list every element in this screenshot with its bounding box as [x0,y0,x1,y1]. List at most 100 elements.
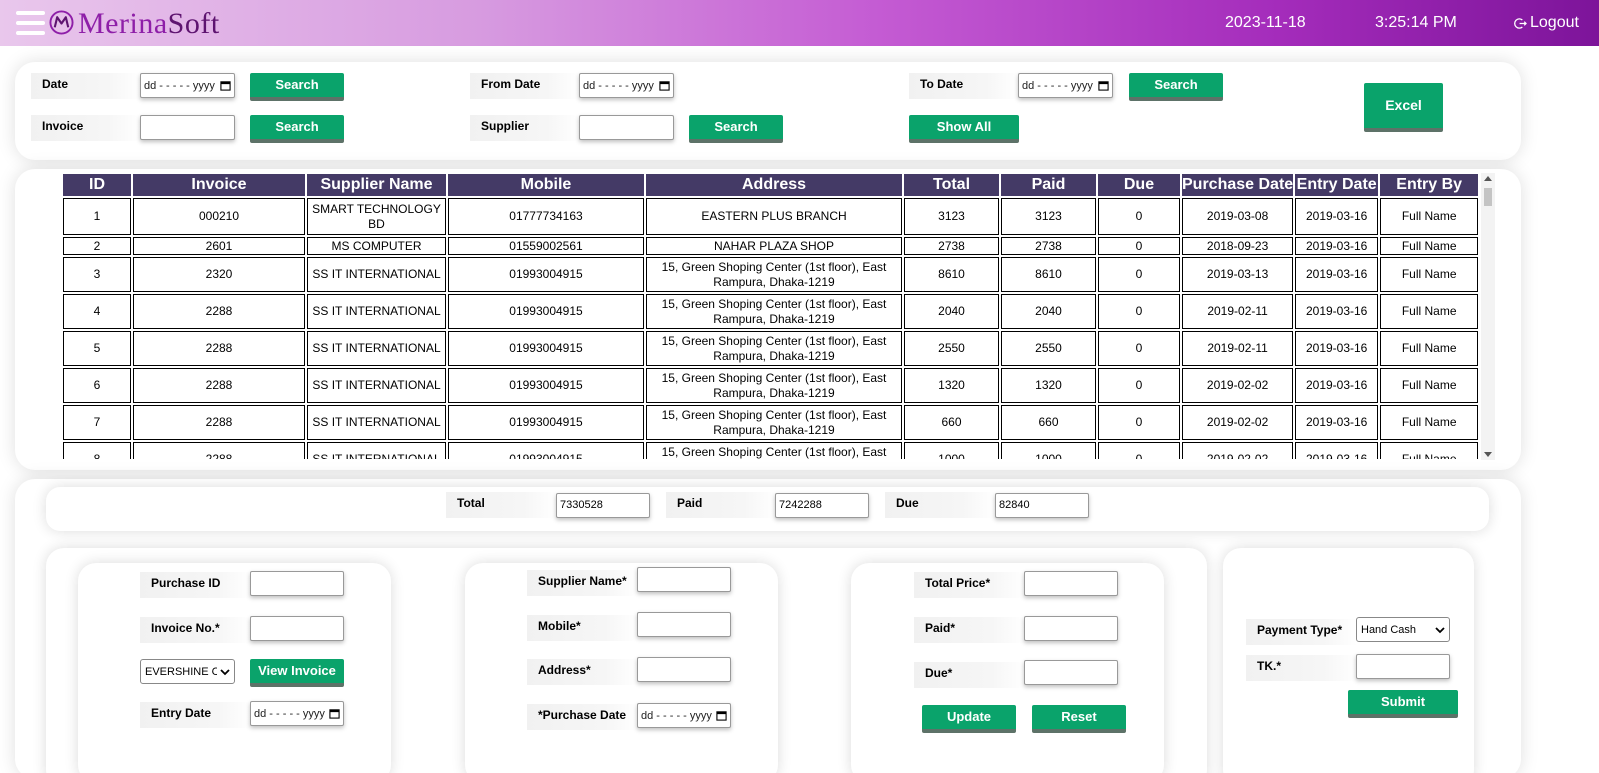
mobile-input[interactable] [637,612,731,637]
excel-button[interactable]: Excel [1364,83,1443,132]
supplier-search-button[interactable]: Search [689,115,783,143]
view-invoice-button[interactable]: View Invoice [250,659,344,687]
supplier-invoice-select[interactable]: EVERSHINE COMPUTER [140,659,235,684]
table-cell: 15, Green Shoping Center (1st floor), Ea… [646,294,902,329]
supplier-search-input[interactable] [579,115,674,140]
tk-input[interactable] [1356,654,1450,679]
table-cell: 01993004915 [448,294,644,329]
filter-panel [15,62,1521,160]
table-scrollbar[interactable] [1481,173,1495,460]
table-row[interactable]: 1 000210 SMART TECHNOLOGY BD 01777734163 EAS… [63,198,1479,235]
payment-type-select[interactable]: Hand Cash [1356,617,1450,642]
table-cell: 15, Green Shoping Center (1st floor), Ea… [646,368,902,403]
to-date-placeholder: dd - - - - - yyyy [1022,79,1093,92]
logout-icon [1514,17,1527,29]
table-cell: 1000 [1001,442,1096,459]
logo-icon [49,10,74,35]
table-cell: SS IT INTERNATIONAL [307,405,446,440]
table-row[interactable]: 7 2288 SS IT INTERNATIONAL 01993004915 15, G… [63,405,1479,440]
date-search-button[interactable]: Search [250,73,344,101]
from-date-label: From Date [470,73,580,99]
payment-type-label: Payment Type* [1246,619,1357,645]
address-input[interactable] [637,657,731,682]
table-cell: 0 [1098,442,1180,459]
from-date-input[interactable]: dd - - - - - yyyy [579,73,674,98]
logout-label: Logout [1530,14,1579,31]
table-row[interactable]: 6 2288 SS IT INTERNATIONAL 01993004915 15, G… [63,368,1479,403]
table-cell: 0 [1098,198,1180,235]
purchase-table-container[interactable]: ID Invoice Supplier Name Mobile Address Total… [63,173,1495,459]
calendar-icon [220,81,231,91]
invoice-search-button[interactable]: Search [250,115,344,143]
logout-button[interactable]: Logout [1514,14,1579,32]
brand-logo: MerinaSoft [78,7,220,41]
table-cell: 2019-02-11 [1182,331,1294,366]
show-all-button[interactable]: Show All [909,115,1019,143]
reset-button[interactable]: Reset [1032,705,1126,733]
table-row[interactable]: 8 2288 SS IT INTERNATIONAL 01993004915 15, G… [63,442,1479,459]
chevron-down-icon [220,668,230,675]
table-cell: 660 [1001,405,1096,440]
entry-date-placeholder: dd - - - - - yyyy [254,707,325,720]
table-cell: SS IT INTERNATIONAL [307,257,446,292]
table-cell: 2019-03-16 [1295,294,1379,329]
date-placeholder: dd - - - - - yyyy [144,79,215,92]
table-cell: 8610 [904,257,999,292]
scroll-up-icon[interactable] [1484,176,1492,181]
brand-first: Merina [78,7,168,40]
table-cell: 2019-03-08 [1182,198,1294,235]
table-cell: 2019-02-11 [1182,294,1294,329]
current-time: 3:25:14 PM [1375,14,1457,31]
invoice-no-label: Invoice No.* [140,617,251,643]
table-row[interactable]: 4 2288 SS IT INTERNATIONAL 01993004915 15, G… [63,294,1479,329]
brand-second: Soft [167,7,220,40]
table-cell: 2019-03-16 [1295,237,1379,255]
tk-label: TK.* [1246,655,1357,681]
table-row[interactable]: 5 2288 SS IT INTERNATIONAL 01993004915 15, G… [63,331,1479,366]
total-price-input[interactable] [1024,571,1118,596]
paid-input[interactable] [1024,616,1118,641]
table-cell: 0 [1098,257,1180,292]
from-date-placeholder: dd - - - - - yyyy [583,79,654,92]
range-search-button[interactable]: Search [1129,73,1223,101]
table-cell: 2040 [1001,294,1096,329]
calendar-icon [329,709,340,719]
purchase-date-input[interactable]: dd - - - - - yyyy [637,703,731,728]
table-cell: 2018-09-23 [1182,237,1294,255]
purchase-date-placeholder: dd - - - - - yyyy [641,709,712,722]
chevron-down-icon [1435,626,1445,633]
due-total-value: 82840 [995,493,1089,518]
due-total-label: Due [885,492,996,518]
entry-date-input[interactable]: dd - - - - - yyyy [250,701,344,726]
supplier-name-input[interactable] [637,567,731,592]
table-cell: Full Name [1380,237,1479,255]
calendar-icon [1098,81,1109,91]
column-header: Paid [1001,174,1096,196]
column-header: ID [63,174,131,196]
table-row[interactable]: 2 2601 MS COMPUTER 01559002561 NAHAR PLAZA S… [63,237,1479,255]
due-input[interactable] [1024,660,1118,685]
submit-button[interactable]: Submit [1348,690,1458,718]
invoice-no-input[interactable] [250,616,344,641]
scroll-down-icon[interactable] [1484,452,1492,457]
column-header: Purchase Date [1182,174,1294,196]
payment-type-value: Hand Cash [1361,623,1417,636]
date-input[interactable]: dd - - - - - yyyy [140,73,235,98]
date-label: Date [31,73,141,99]
table-cell: 2288 [133,405,305,440]
table-cell: 1 [63,198,131,235]
to-date-input[interactable]: dd - - - - - yyyy [1018,73,1113,98]
table-row[interactable]: 3 2320 SS IT INTERNATIONAL 01993004915 15, G… [63,257,1479,292]
table-cell: 01993004915 [448,368,644,403]
purchase-id-input[interactable] [250,571,344,596]
scroll-thumb[interactable] [1484,188,1492,206]
table-cell: 660 [904,405,999,440]
menu-icon[interactable] [16,11,45,35]
table-cell: 2550 [904,331,999,366]
table-cell: 4 [63,294,131,329]
invoice-search-input[interactable] [140,115,235,140]
table-cell: Full Name [1380,442,1479,459]
table-cell: MS COMPUTER [307,237,446,255]
table-cell: 01993004915 [448,405,644,440]
update-button[interactable]: Update [922,705,1016,733]
